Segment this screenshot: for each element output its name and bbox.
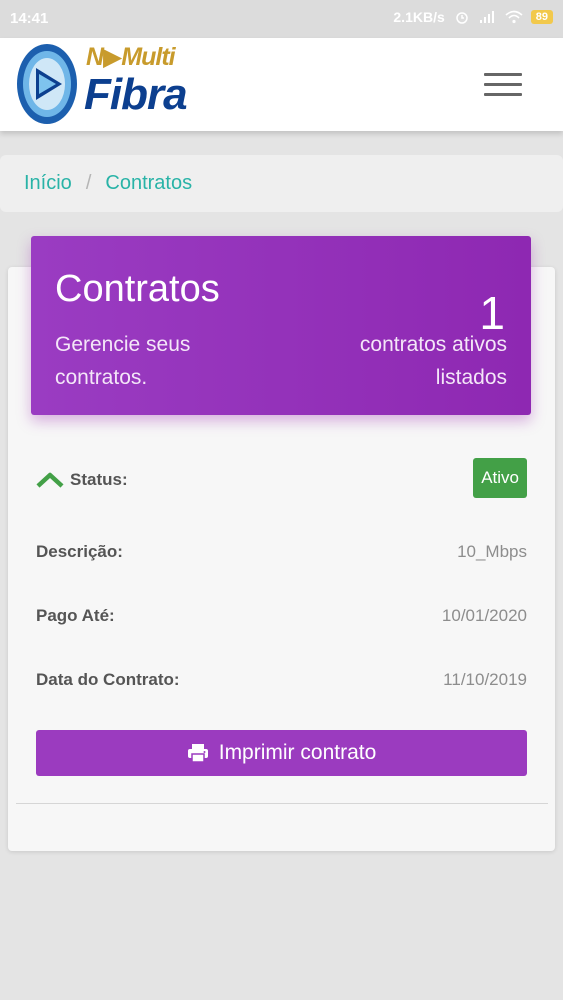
wifi-icon — [505, 10, 523, 24]
description-label: Descrição: — [36, 542, 123, 561]
status-bar: 14:41 2.1KB/s 89 — [0, 0, 563, 38]
breadcrumb-current-link[interactable]: Contratos — [105, 172, 192, 195]
hamburger-icon[interactable] — [484, 73, 522, 97]
description-value: 10_Mbps — [457, 542, 527, 561]
status-badge: Ativo — [473, 458, 527, 498]
card-divider — [16, 803, 548, 804]
page-subtitle: Gerencie seus contratos. — [55, 333, 191, 389]
paid-until-value: 10/01/2020 — [441, 606, 527, 625]
signal-icon — [479, 11, 494, 23]
logo-emblem-icon — [17, 44, 77, 124]
app-header: N▶Multi Fibra — [0, 38, 563, 131]
breadcrumb-separator: / — [85, 172, 92, 194]
contract-date-label: Data do Contrato: — [36, 670, 180, 689]
print-contract-label: Imprimir contrato — [218, 741, 377, 764]
logo-text-bottom: Fibra — [84, 70, 188, 119]
logo-text-top: N▶Multi — [86, 43, 176, 71]
status-icons: 2.1KB/s 89 — [393, 9, 553, 25]
contract-date-value: 11/10/2019 — [443, 670, 527, 689]
printer-icon — [187, 744, 208, 763]
print-contract-button[interactable]: Imprimir contrato — [36, 730, 527, 776]
breadcrumb-home-link[interactable]: Início — [24, 172, 72, 195]
page-title: Contratos — [55, 268, 220, 310]
contracts-count-label: contratos ativos listados — [359, 333, 507, 389]
battery-icon: 89 — [530, 10, 553, 24]
contracts-summary-header: Contratos Gerencie seus contratos. 1 con… — [31, 236, 531, 415]
alarm-icon — [456, 12, 468, 24]
network-speed: 2.1KB/s — [393, 9, 445, 25]
chevron-up-icon[interactable] — [36, 470, 64, 488]
paid-until-label: Pago Até: — [36, 606, 115, 625]
status-label: Status: — [70, 470, 128, 489]
logo[interactable]: N▶Multi Fibra — [14, 40, 188, 126]
status-time: 14:41 — [10, 10, 49, 27]
breadcrumb: Início / Contratos — [0, 155, 563, 212]
